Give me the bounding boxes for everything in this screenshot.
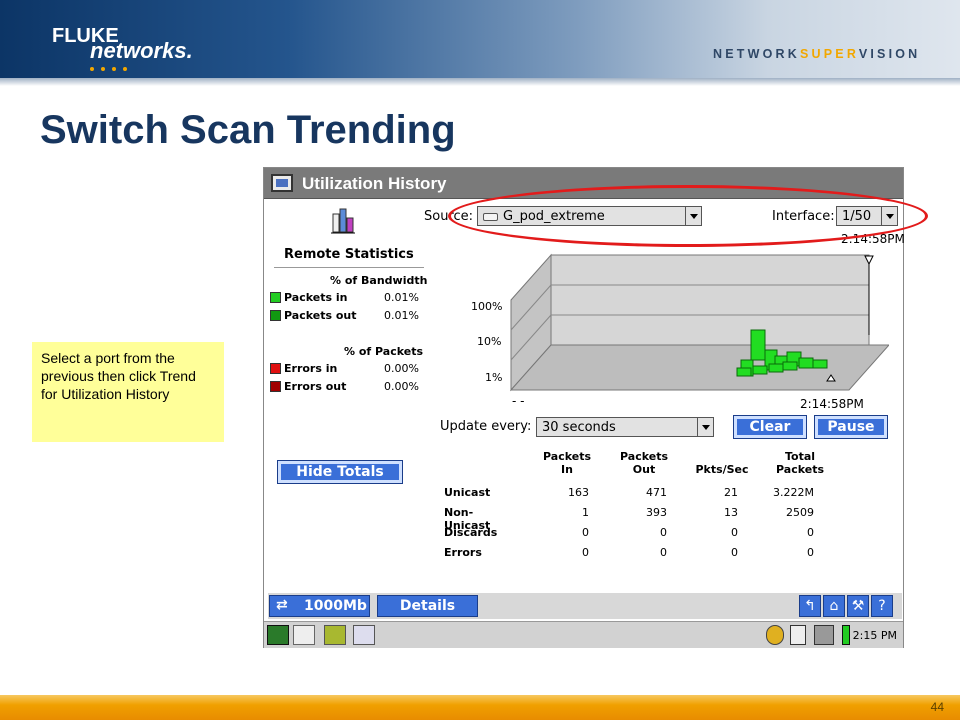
network-icon[interactable] (766, 625, 784, 645)
chart-bar (752, 365, 768, 375)
stat-label: Errors out (284, 380, 347, 393)
cell: 3.222M (773, 486, 814, 499)
battery-icon (842, 625, 850, 645)
cell: 21 (724, 486, 738, 499)
cell: 13 (724, 506, 738, 519)
cell: 0 (660, 546, 667, 559)
tagline: NETWORKSUPERVISION (713, 47, 921, 61)
window-switch-icon[interactable] (353, 625, 375, 645)
packets-header: % of Packets (344, 345, 424, 358)
swap-arrows-icon: ⇄ (276, 597, 288, 613)
cell: 0 (582, 526, 589, 539)
update-value: 30 seconds (542, 420, 616, 435)
pause-button[interactable]: Pause (814, 415, 888, 439)
row-label: Errors (444, 546, 482, 559)
slide-title: Switch Scan Trending (40, 108, 456, 152)
cell: 471 (646, 486, 667, 499)
cell: 0 (582, 546, 589, 559)
cell: 2509 (786, 506, 814, 519)
slide-footer-band: 44 (0, 695, 960, 720)
errors-in-swatch (270, 363, 281, 374)
utilization-3d-chart: 100% 10% 1% (471, 253, 889, 392)
chevron-down-icon[interactable] (697, 418, 713, 436)
col-header: Total Packets (776, 450, 824, 476)
chart-bar (736, 367, 752, 377)
cell: 0 (731, 526, 738, 539)
page-number: 44 (930, 700, 944, 714)
chart-back-wall (550, 254, 870, 346)
chart-bar (798, 357, 814, 369)
slide-header-band: FLUKE networks. NETWORKSUPERVISION (0, 0, 960, 84)
device-taskbar: 2:15 PM (264, 621, 903, 648)
taskbar-clock: 2:15 PM (852, 629, 897, 642)
stat-row-errors-in: Errors in 0.00% (270, 362, 430, 376)
stat-row-errors-out: Errors out 0.00% (270, 380, 430, 394)
wrench-icon[interactable]: ⚒ (847, 595, 869, 617)
row-label: Discards (444, 526, 498, 539)
cell: 163 (568, 486, 589, 499)
row-label: Unicast (444, 486, 491, 499)
stat-row-packets-out: Packets out 0.01% (270, 309, 430, 323)
col-header: Packets Out (620, 450, 668, 476)
cell: 1 (582, 506, 589, 519)
chart-floor (509, 344, 889, 391)
bandwidth-header: % of Bandwidth (330, 274, 428, 287)
highlight-ellipse (448, 185, 928, 247)
chart-bar (768, 363, 784, 373)
cell: 0 (807, 546, 814, 559)
app-launcher-icon[interactable] (324, 625, 346, 645)
remote-stats-chart-icon (331, 208, 355, 234)
speaker-icon[interactable] (814, 625, 834, 645)
details-button[interactable]: Details (377, 595, 478, 617)
col-header: Packets In (543, 450, 591, 476)
cell: 0 (660, 526, 667, 539)
packets-in-swatch (270, 292, 281, 303)
remote-stats-divider (274, 267, 424, 268)
callout-note: Select a port from the previous then cli… (32, 342, 224, 442)
stat-label: Errors in (284, 362, 338, 375)
start-menu-icon[interactable] (267, 625, 289, 645)
col-header: Pkts/Sec (695, 463, 749, 476)
clear-button[interactable]: Clear (733, 415, 807, 439)
errors-out-swatch (270, 381, 281, 392)
stat-label: Packets out (284, 309, 357, 322)
remote-stats-title: Remote Statistics (284, 247, 414, 262)
y-tick-label: 100% (471, 300, 502, 313)
update-label: Update every: (440, 419, 532, 434)
logo-dots (90, 58, 140, 71)
y-tick-label: 1% (485, 371, 502, 384)
chart-bar (812, 359, 828, 369)
packets-out-swatch (270, 310, 281, 321)
cell: 393 (646, 506, 667, 519)
hide-totals-button[interactable]: Hide Totals (277, 460, 403, 484)
stat-value: 0.01% (384, 291, 419, 304)
cell: 0 (731, 546, 738, 559)
stat-value: 0.00% (384, 380, 419, 393)
chart-bar (750, 329, 766, 361)
axis-dash: - - (512, 394, 525, 408)
window-title: Utilization History (302, 174, 447, 193)
help-arrow-icon[interactable]: ↰ (799, 595, 821, 617)
app-status-bar: ⇄ 1000Mb Details ↰ ⌂ ⚒ ? (268, 593, 902, 619)
stat-label: Packets in (284, 291, 348, 304)
stat-value: 0.01% (384, 309, 419, 322)
home-tools-icon[interactable]: ⌂ (823, 595, 845, 617)
y-tick-label: 10% (477, 335, 501, 348)
update-interval-dropdown[interactable]: 30 seconds (536, 417, 714, 437)
keyboard-icon[interactable] (293, 625, 315, 645)
header-shadow (0, 78, 960, 86)
window-icon[interactable] (271, 174, 293, 192)
time-bottom-label: 2:14:58PM (800, 397, 864, 411)
question-icon[interactable]: ? (871, 595, 893, 617)
clipboard-icon[interactable] (790, 625, 806, 645)
speed-label: 1000Mb (304, 598, 367, 614)
speed-button[interactable]: ⇄ 1000Mb (269, 595, 370, 617)
stat-value: 0.00% (384, 362, 419, 375)
chart-bar (782, 361, 798, 371)
cell: 0 (807, 526, 814, 539)
stat-row-packets-in: Packets in 0.01% (270, 291, 430, 305)
